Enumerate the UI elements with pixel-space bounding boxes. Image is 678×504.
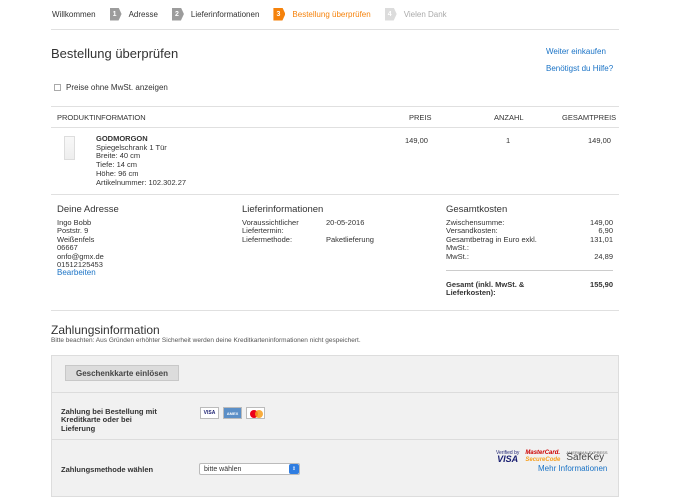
product-height: Höhe: 96 cm	[96, 168, 139, 178]
continue-shopping-link[interactable]: Weiter einkaufen	[546, 47, 606, 56]
payment-method-label: Zahlungsmethode wählen	[61, 465, 154, 474]
grand-total-label: Gesamt (inkl. MwSt. & Lieferkosten):	[446, 280, 524, 298]
safekey-brand-text: SafeKey	[566, 452, 605, 463]
step-address[interactable]: 1 Adresse	[109, 7, 158, 21]
verified-by-visa-logo: Verified by VISA	[496, 450, 519, 464]
divider	[51, 310, 619, 311]
step-number: 4	[384, 7, 397, 21]
step-delivery[interactable]: 2 Lieferinformationen	[171, 7, 260, 21]
card-payment-label: Zahlung bei Bestellung mit Kreditkarte o…	[61, 407, 181, 433]
delivery-date-label: Voraussichtlicher Liefertermin: Lieferme…	[242, 218, 299, 244]
column-header-price: PREIS	[409, 113, 432, 122]
step-label: Bestellung überprüfen	[292, 9, 371, 19]
prices-without-vat-toggle[interactable]: Preise ohne MwSt. anzeigen	[54, 83, 168, 92]
step-review: 3 Bestellung überprüfen	[273, 7, 371, 21]
payment-security-note: Bitte beachten: Aus Gründen erhöhter Sic…	[51, 337, 361, 344]
divider	[51, 194, 619, 195]
product-image[interactable]	[64, 136, 75, 160]
divider	[51, 106, 619, 107]
redeem-gift-card-button[interactable]: Geschenkkarte einlösen	[65, 365, 179, 381]
prices-without-vat-checkbox[interactable]	[54, 84, 61, 91]
product-price: 149,00	[405, 136, 428, 145]
visa-card-icon: VISA	[200, 407, 219, 419]
divider	[52, 392, 618, 393]
divider	[52, 439, 618, 440]
payment-method-select[interactable]: bitte wählen ⇕	[199, 463, 300, 475]
product-description: Spiegelschrank 1 Tür	[96, 142, 167, 152]
delivery-method-label: Liefermethode:	[242, 234, 293, 244]
step-number: 2	[171, 7, 184, 21]
checkout-progress: Willkommen 1 Adresse 2 Lieferinformation…	[52, 6, 461, 22]
mastercard-icon	[246, 407, 265, 419]
delivery-date-value: 20-05-2016	[326, 218, 365, 227]
msc-bottom-text: SecureCode	[525, 457, 561, 463]
product-depth: Tiefe: 14 cm	[96, 160, 137, 170]
help-link[interactable]: Benötigst du Hilfe?	[546, 64, 613, 73]
payment-title: Zahlungsinformation	[51, 323, 160, 337]
divider	[446, 270, 613, 271]
vat-value: 24,89	[594, 251, 613, 261]
address-heading: Deine Adresse	[57, 204, 119, 215]
step-welcome[interactable]: Willkommen	[52, 10, 96, 19]
grand-total-value: 155,90	[590, 280, 613, 289]
accepted-cards: VISA AMEX	[200, 407, 265, 419]
payment-method-selected-value: bitte wählen	[204, 465, 242, 473]
grand-total-label-line2: Lieferkosten):	[446, 288, 496, 298]
product-quantity: 1	[506, 136, 511, 145]
vbv-brand-text: VISA	[497, 454, 519, 464]
secure-payment-logos: Verified by VISA MasterCard. SecureCode …	[496, 450, 608, 464]
column-header-product: PRODUKTINFORMATION	[57, 113, 146, 122]
step-number: 3	[273, 7, 286, 21]
delivery-method-value: Paketlieferung	[326, 235, 374, 244]
product-total: 149,00	[588, 136, 611, 145]
step-label: Vielen Dank	[403, 9, 447, 19]
product-name: GODMORGON	[96, 134, 148, 143]
step-label: Adresse	[128, 9, 158, 19]
amex-card-icon: AMEX	[223, 407, 242, 419]
msc-top-text: MasterCard.	[525, 450, 561, 456]
step-label: Lieferinformationen	[190, 9, 260, 19]
costs-labels: Zwischensumme: Versandkosten: Gesamtbetr…	[446, 218, 537, 261]
step-number: 1	[109, 7, 122, 21]
step-label: Willkommen	[52, 9, 96, 19]
column-header-quantity: ANZAHL	[494, 113, 524, 122]
checkbox-label: Preise ohne MwSt. anzeigen	[66, 83, 168, 92]
amex-safekey-logo: AMERICAN EXPRESS SafeKey	[566, 450, 607, 463]
vat-label: MwSt.:	[446, 251, 469, 261]
product-article-number: Artikelnummer: 102.302.27	[96, 177, 187, 187]
product-info: GODMORGON Spiegelschrank 1 Tür Breite: 4…	[96, 134, 187, 187]
costs-heading: Gesamtkosten	[446, 204, 508, 215]
net-total-value: 131,01	[590, 234, 613, 244]
chevron-updown-icon: ⇕	[289, 464, 299, 474]
more-info-link[interactable]: Mehr Informationen	[538, 464, 607, 473]
column-header-total: GESAMTPREIS	[562, 113, 617, 122]
address-block: Ingo Bobb Poststr. 9 Weißenfels 06667 on…	[57, 218, 104, 278]
costs-values: 149,00 6,90 131,01 24,89	[590, 218, 613, 261]
mastercard-securecode-logo: MasterCard. SecureCode	[525, 450, 560, 464]
product-width: Breite: 40 cm	[96, 151, 141, 161]
edit-address-link[interactable]: Bearbeiten	[57, 268, 96, 277]
page-title: Bestellung überprüfen	[51, 46, 179, 61]
card-payment-label-line3: Lieferung	[61, 423, 96, 433]
delivery-heading: Lieferinformationen	[242, 204, 324, 215]
step-thanks: 4 Vielen Dank	[384, 7, 447, 21]
divider	[51, 29, 619, 30]
divider	[51, 127, 619, 128]
